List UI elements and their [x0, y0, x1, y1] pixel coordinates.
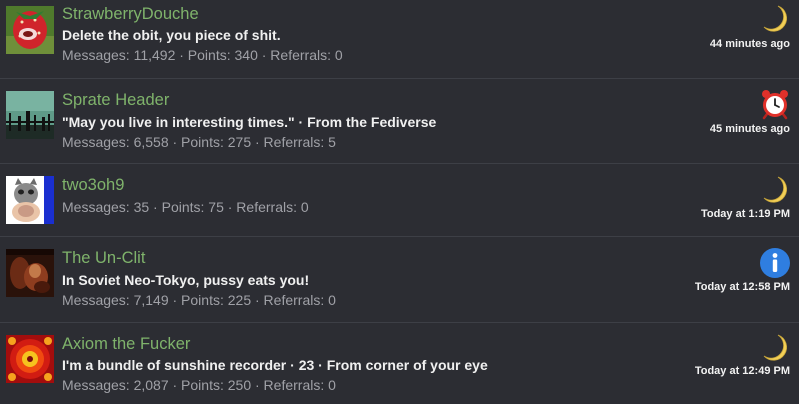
member-stats: Messages: 7,149 · Points: 225 · Referral…	[62, 292, 336, 308]
member-status: Delete the obit, you piece of shit.	[62, 27, 281, 43]
member-name[interactable]: two3oh9	[62, 176, 124, 195]
list-item: Axiom the Fucker I'm a bundle of sunshin…	[0, 323, 799, 404]
last-seen-time: Today at 1:19 PM	[700, 208, 790, 220]
avatar[interactable]	[6, 249, 54, 297]
alarm-clock-icon	[759, 88, 791, 120]
avatar[interactable]	[6, 176, 54, 224]
member-stats: Messages: 2,087 · Points: 250 · Referral…	[62, 377, 336, 393]
avatar[interactable]	[6, 91, 54, 139]
member-name[interactable]: The Un-Clit	[62, 249, 145, 268]
crescent-moon-icon	[759, 3, 791, 35]
member-status: I'm a bundle of sunshine recorder · 23 ·…	[62, 357, 488, 373]
avatar[interactable]	[6, 335, 54, 383]
member-stats: Messages: 6,558 · Points: 275 · Referral…	[62, 134, 336, 150]
last-seen-time: 45 minutes ago	[709, 123, 790, 135]
crescent-moon-icon	[759, 332, 791, 364]
last-seen-time: Today at 12:49 PM	[694, 365, 790, 377]
list-item: StrawberryDouche Delete the obit, you pi…	[0, 0, 799, 79]
member-name[interactable]: Axiom the Fucker	[62, 335, 190, 354]
last-seen-time: 44 minutes ago	[709, 38, 790, 50]
member-stats: Messages: 35 · Points: 75 · Referrals: 0	[62, 199, 309, 215]
members-list: StrawberryDouche Delete the obit, you pi…	[0, 0, 799, 404]
member-status: In Soviet Neo-Tokyo, pussy eats you!	[62, 272, 310, 288]
info-icon	[759, 247, 791, 279]
member-stats: Messages: 11,492 · Points: 340 · Referra…	[62, 47, 343, 63]
member-status: "May you live in interesting times." · F…	[62, 114, 437, 130]
crescent-moon-icon	[759, 174, 791, 206]
avatar[interactable]	[6, 6, 54, 54]
list-item: two3oh9 Messages: 35 · Points: 75 · Refe…	[0, 164, 799, 237]
member-name[interactable]: StrawberryDouche	[62, 5, 199, 24]
list-item: The Un-Clit In Soviet Neo-Tokyo, pussy e…	[0, 237, 799, 323]
last-seen-time: Today at 12:58 PM	[694, 281, 790, 293]
list-item: Sprate Header "May you live in interesti…	[0, 79, 799, 164]
member-name[interactable]: Sprate Header	[62, 91, 169, 110]
